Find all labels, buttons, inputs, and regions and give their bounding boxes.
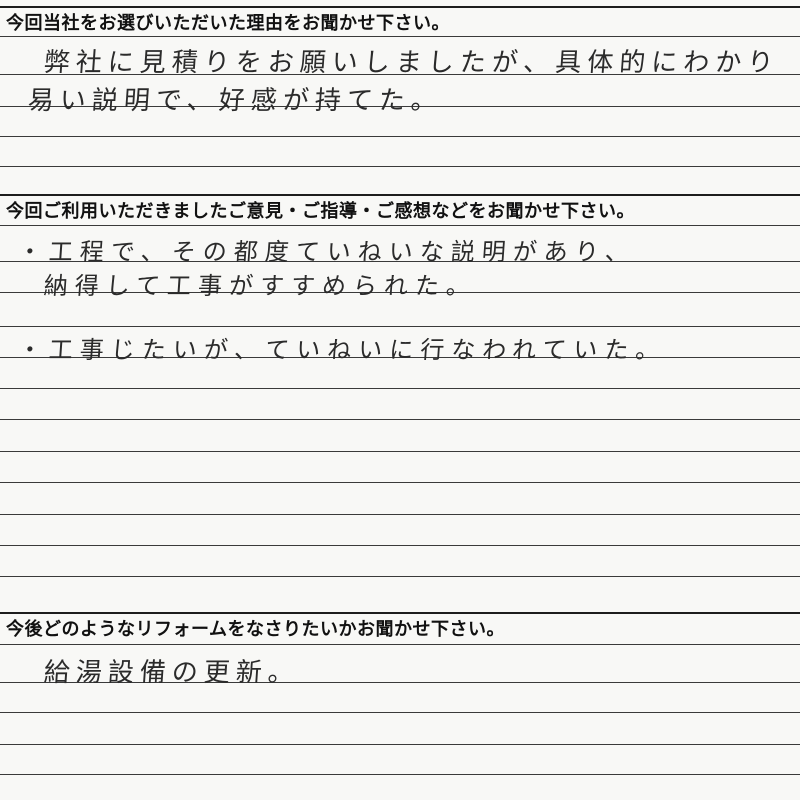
- ruled-line: [0, 712, 800, 713]
- ruled-line: [0, 326, 800, 327]
- ruled-line: [0, 419, 800, 420]
- ruled-line: [0, 36, 800, 37]
- ruled-line: [0, 225, 800, 226]
- section-heading: 今回ご利用いただきましたご意見・ご指導・ご感想などをお聞かせ下さい。: [6, 201, 635, 222]
- section-heading: 今回当社をお選びいただいた理由をお聞かせ下さい。: [6, 13, 450, 34]
- section-feedback: 今回ご利用いただきましたご意見・ご指導・ご感想などをお聞かせ下さい。 ・工程で、…: [0, 194, 800, 612]
- survey-sheet: 今回当社をお選びいただいた理由をお聞かせ下さい。 弊社に見積りをお願いしましたが…: [0, 0, 800, 800]
- ruled-line: [0, 545, 800, 546]
- ruled-line: [0, 644, 800, 645]
- handwritten-answer: 納得して工事がすすめられた。: [42, 272, 479, 300]
- handwritten-answer: 弊社に見積りをお願いしましたが、具体的にわかり: [42, 48, 781, 78]
- ruled-line: [0, 388, 800, 389]
- section-future-reform: 今後どのようなリフォームをなさりたいかお聞かせ下さい。 給湯設備の更新。: [0, 612, 800, 800]
- ruled-line: [0, 451, 800, 452]
- ruled-line: [0, 514, 800, 515]
- ruled-line: [0, 576, 800, 577]
- ruled-line: [0, 166, 800, 167]
- handwritten-answer: 給湯設備の更新。: [42, 658, 301, 688]
- section-reason: 今回当社をお選びいただいた理由をお聞かせ下さい。 弊社に見積りをお願いしましたが…: [0, 6, 800, 194]
- ruled-line: [0, 744, 800, 745]
- ruled-line: [0, 136, 800, 137]
- section-heading: 今後どのようなリフォームをなさりたいかお聞かせ下さい。: [6, 619, 505, 640]
- handwritten-answer: ・工程で、その都度ていねいな説明があり、: [16, 238, 637, 266]
- ruled-line: [0, 482, 800, 483]
- ruled-line: [0, 774, 800, 775]
- handwritten-answer: ・工事じたいが、ていねいに行なわれていた。: [16, 336, 668, 364]
- handwritten-answer: 易い説明で、好感が持てた。: [26, 86, 444, 116]
